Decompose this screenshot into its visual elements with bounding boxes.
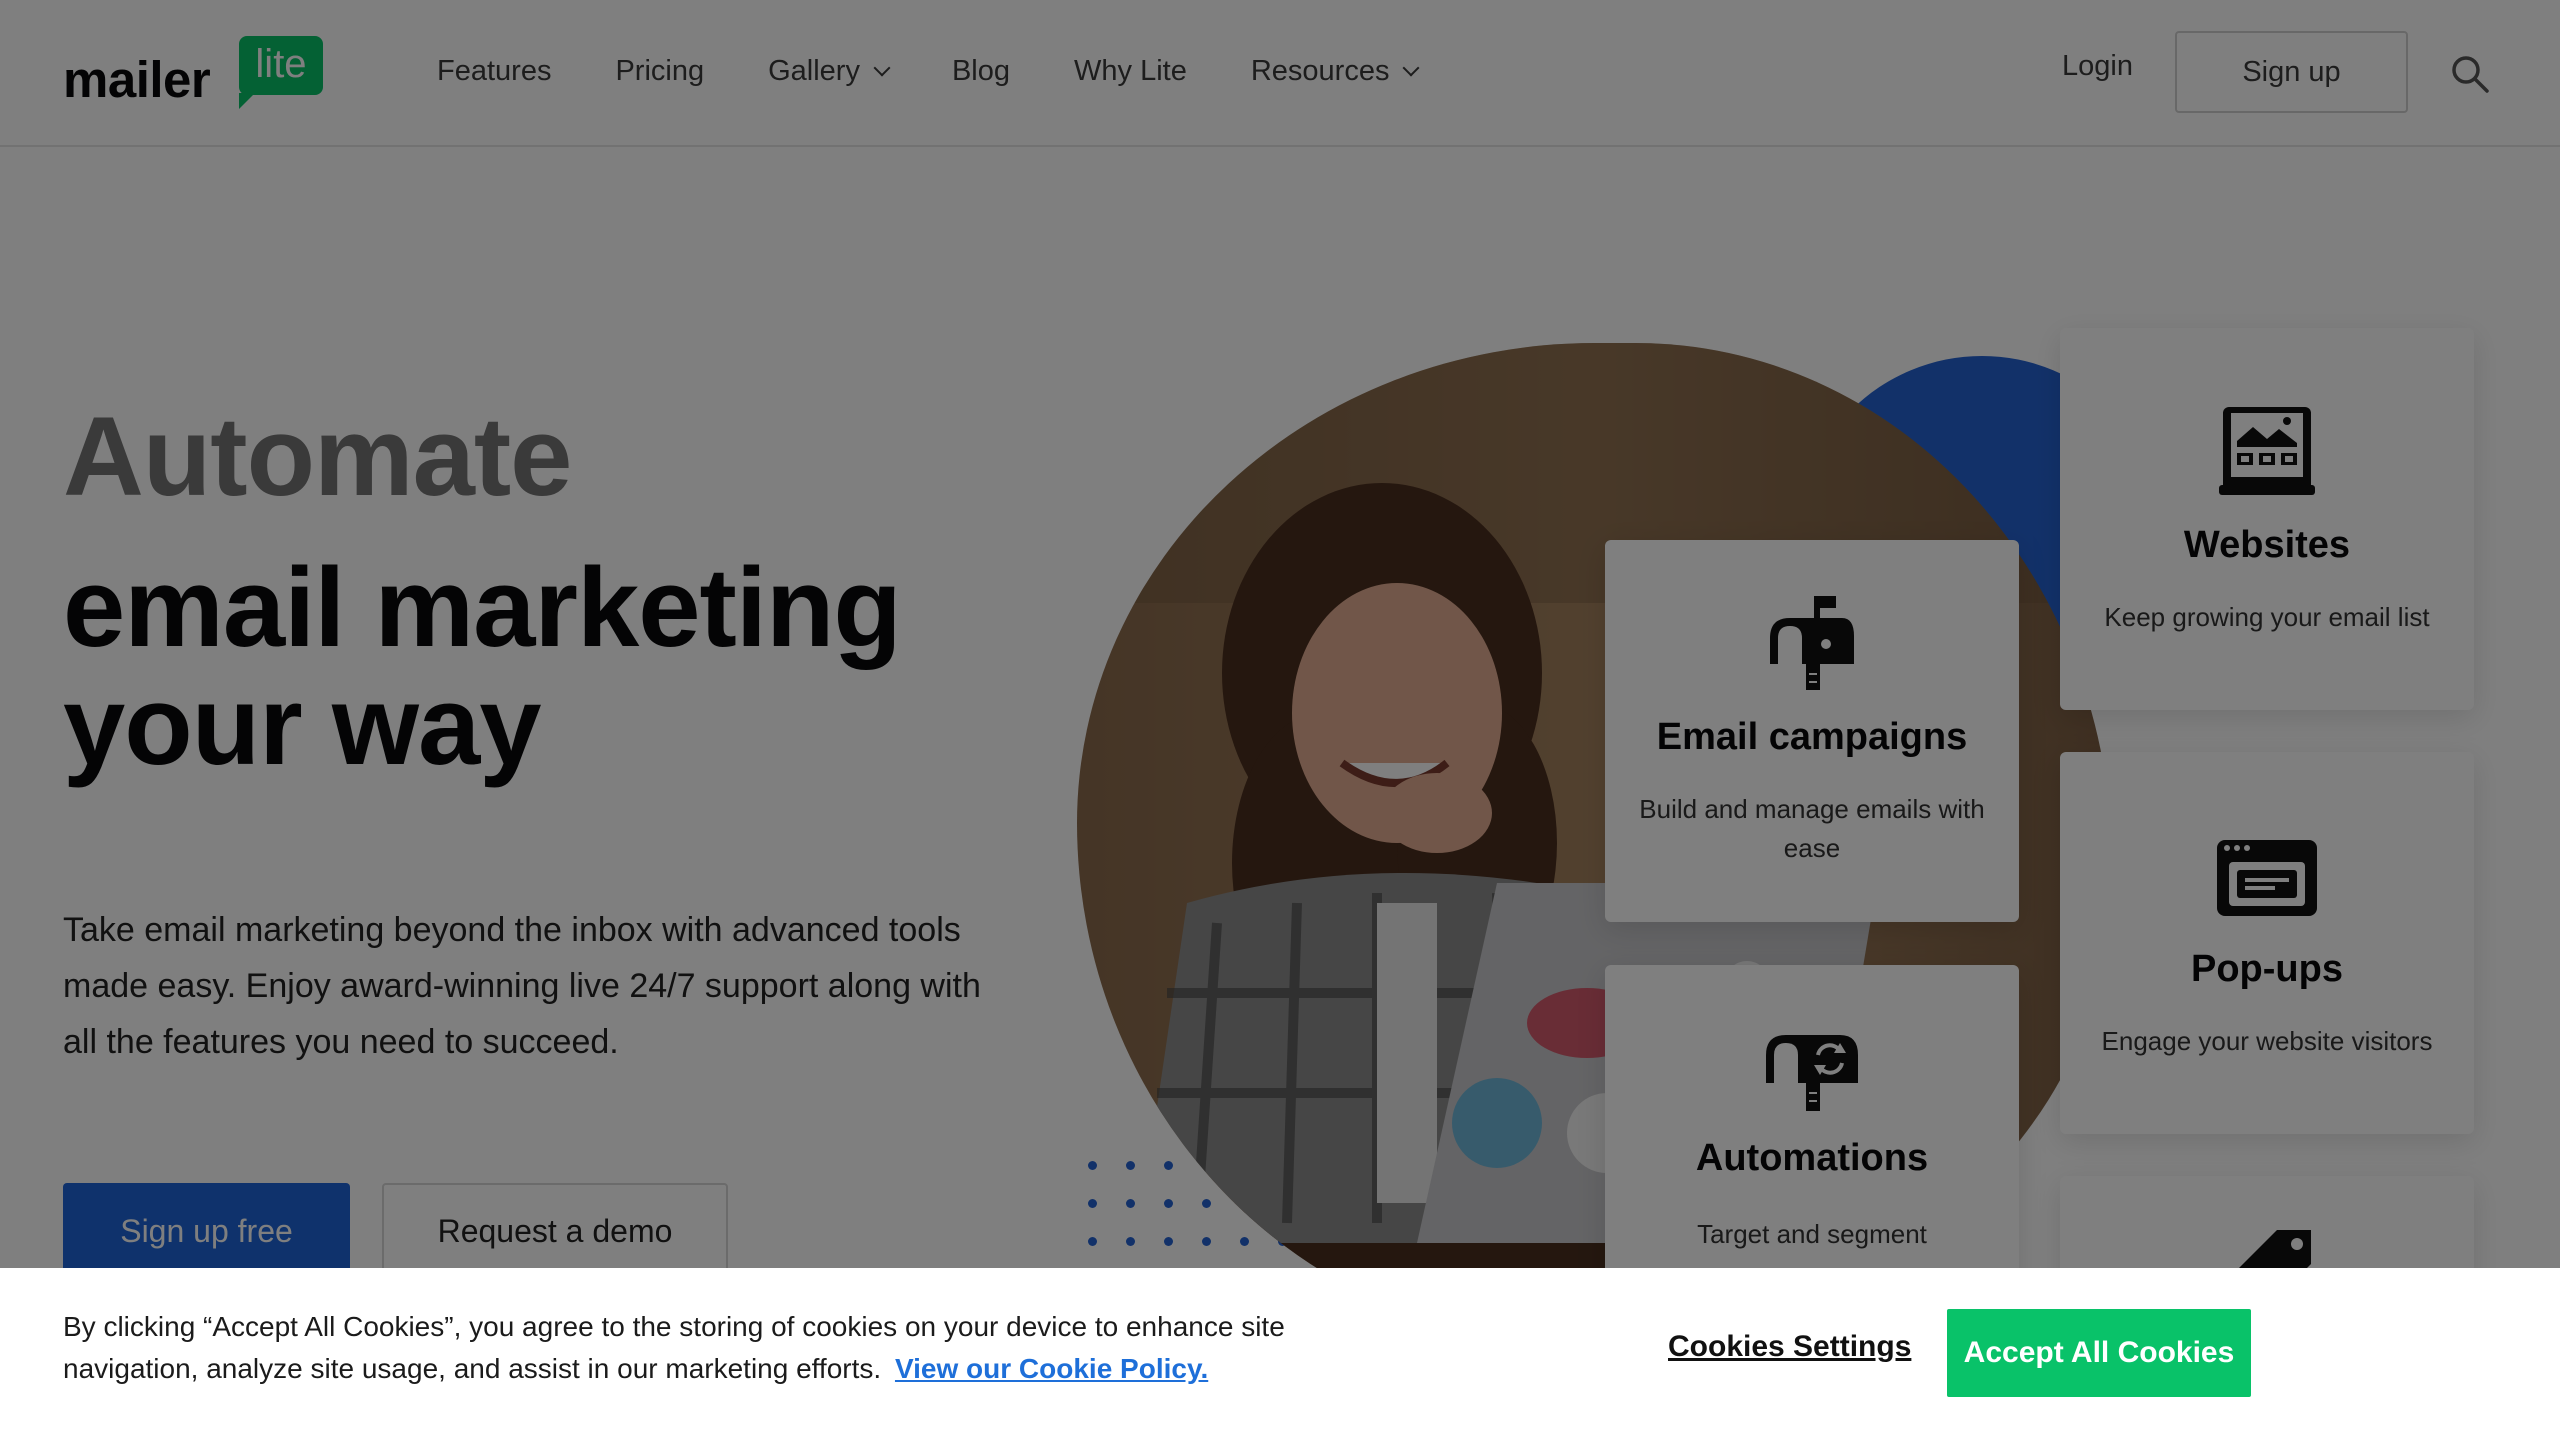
cookie-banner-text: By clicking “Accept All Cookies”, you ag… [63, 1306, 1363, 1390]
cookie-policy-link[interactable]: View our Cookie Policy. [895, 1353, 1208, 1384]
accept-all-cookies-button[interactable]: Accept All Cookies [1947, 1309, 2251, 1397]
cookie-banner: By clicking “Accept All Cookies”, you ag… [0, 1268, 2560, 1440]
cookies-settings-button[interactable]: Cookies Settings [1668, 1330, 1911, 1364]
modal-overlay [0, 0, 2560, 1440]
